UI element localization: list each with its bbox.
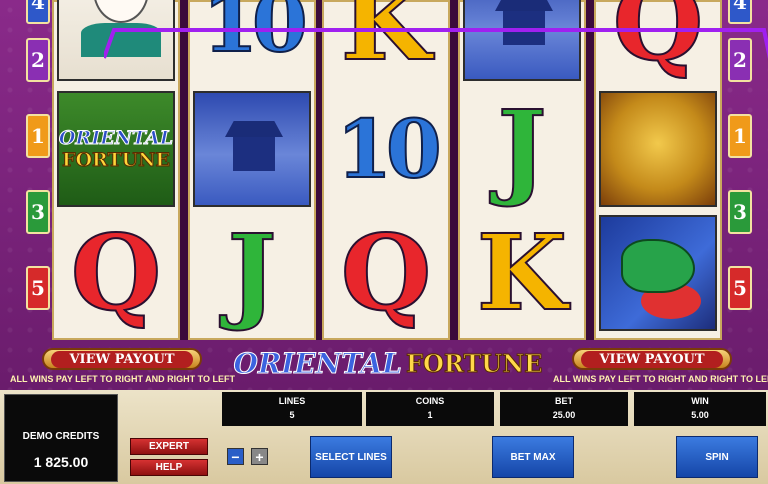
lines-label: LINES (278, 396, 306, 406)
symbol-k: K (340, 0, 432, 84)
reel-2: 10 J (188, 0, 316, 340)
symbol-k: K (476, 211, 568, 334)
payline-badge-left-5[interactable]: 5 (26, 266, 50, 310)
symbol-dragon (598, 214, 718, 332)
symbol-oriental-fortune-logo: ORIENTAL FORTUNE (56, 90, 176, 208)
credits-label: DEMO CREDITS (22, 431, 100, 442)
coins-panel: COINS 1 (366, 392, 494, 426)
wins-note-left: ALL WINS PAY LEFT TO RIGHT AND RIGHT TO … (10, 374, 236, 384)
win-value: 5.00 (691, 410, 709, 420)
game-stage: ORIENTAL FORTUNE Q 10 J K 10 Q J K Q 4 2… (0, 0, 768, 390)
reel-3: K 10 Q (322, 0, 450, 340)
bet-panel: BET 25.00 (500, 392, 628, 426)
title-part1: ORIENTAL (233, 346, 402, 380)
decrease-coins-button[interactable]: − (227, 448, 244, 465)
view-payout-button-right[interactable]: VIEW PAYOUT (572, 348, 732, 370)
symbol-j: J (226, 211, 277, 334)
help-button[interactable]: HELP (130, 459, 208, 476)
lines-panel: LINES 5 (222, 392, 362, 426)
symbol-ten: 10 (201, 0, 308, 71)
symbol-lion-dog (598, 90, 718, 208)
symbol-ten: 10 (335, 101, 442, 197)
increase-coins-button[interactable]: + (251, 448, 268, 465)
symbol-j: J (496, 87, 547, 210)
coins-value: 1 (427, 410, 433, 420)
select-lines-button[interactable]: SELECT LINES (310, 436, 392, 478)
lines-value: 5 (289, 410, 295, 420)
reel-1: ORIENTAL FORTUNE Q (52, 0, 180, 340)
spin-button[interactable]: SPIN (676, 436, 758, 478)
expert-button[interactable]: EXPERT (130, 438, 208, 455)
reels-area: ORIENTAL FORTUNE Q 10 J K 10 Q J K Q (52, 0, 768, 340)
control-console: DEMO CREDITS 1 825.00 LINES 5 COINS 1 BE… (0, 390, 768, 484)
symbol-temple (192, 90, 312, 208)
game-title-logo: ORIENTAL FORTUNE (233, 340, 543, 386)
payline-badge-left-4[interactable]: 4 (26, 0, 50, 24)
bet-label: BET (555, 396, 573, 406)
symbol-temple (462, 0, 582, 82)
win-label: WIN (691, 396, 709, 406)
payline-badge-right-3[interactable]: 3 (728, 190, 752, 234)
symbol-q: Q (612, 0, 705, 84)
symbol-q: Q (340, 211, 433, 334)
credits-value: 1 825.00 (33, 454, 89, 470)
logo-symbol-line1: ORIENTAL (58, 127, 174, 150)
win-panel: WIN 5.00 (634, 392, 766, 426)
reel-4: J K (458, 0, 586, 340)
coins-label: COINS (415, 396, 445, 406)
credits-display: DEMO CREDITS 1 825.00 (4, 394, 118, 482)
view-payout-button-left[interactable]: VIEW PAYOUT (42, 348, 202, 370)
symbol-q: Q (70, 211, 163, 334)
symbol-geisha (56, 0, 176, 82)
bet-max-button[interactable]: BET MAX (492, 436, 574, 478)
wins-note-right: ALL WINS PAY LEFT TO RIGHT AND RIGHT TO … (553, 374, 768, 384)
payline-badge-right-2[interactable]: 2 (728, 38, 752, 82)
payline-badge-left-2[interactable]: 2 (26, 38, 50, 82)
payline-badge-right-1[interactable]: 1 (728, 114, 752, 158)
payline-badge-left-1[interactable]: 1 (26, 114, 50, 158)
title-part2: FORTUNE (405, 348, 543, 378)
payline-badge-right-5[interactable]: 5 (728, 266, 752, 310)
bet-value: 25.00 (552, 410, 576, 420)
reel-5: Q (594, 0, 722, 340)
payline-badge-left-3[interactable]: 3 (26, 190, 50, 234)
logo-symbol-line2: FORTUNE (61, 149, 171, 172)
payline-badge-right-4[interactable]: 4 (728, 0, 752, 24)
